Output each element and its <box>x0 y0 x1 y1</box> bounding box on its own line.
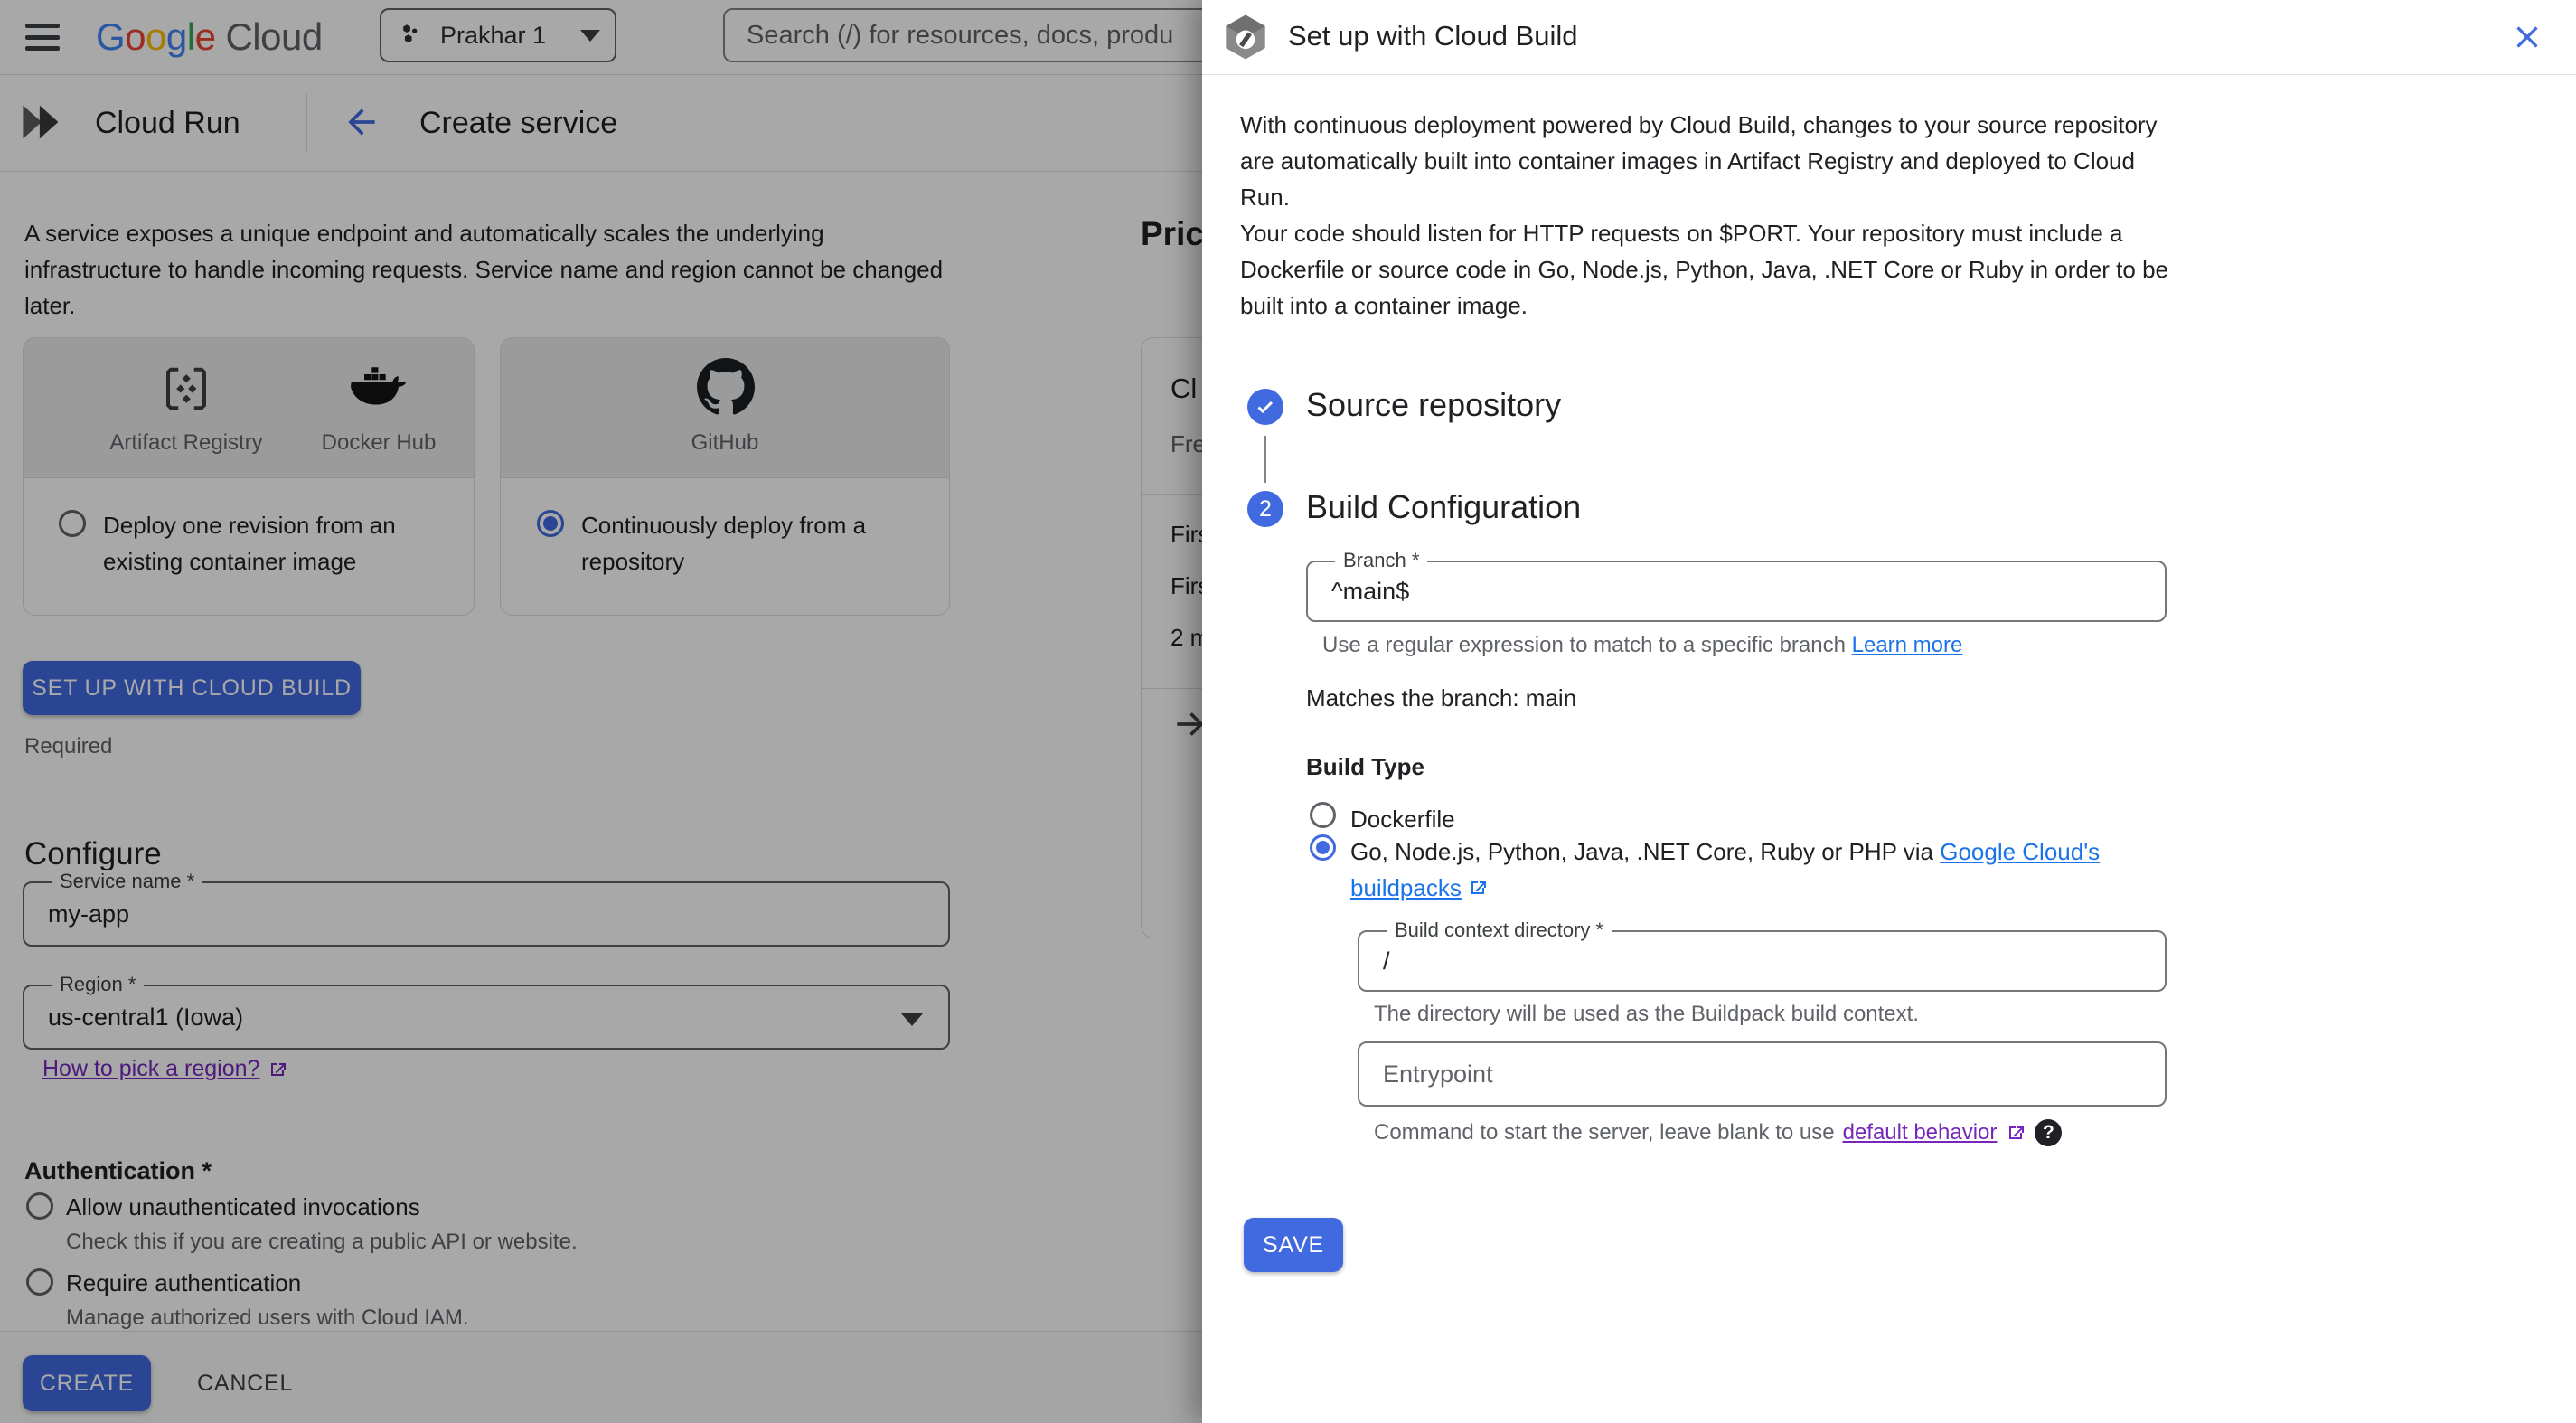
branch-help-text: Use a regular expression to match to a s… <box>1322 633 1852 657</box>
build-context-directory-label: Build context directory * <box>1387 919 1612 942</box>
default-behavior-link[interactable]: default behavior <box>1843 1120 1998 1145</box>
step2-badge: 2 <box>1247 491 1283 527</box>
buildpacks-link-line2[interactable]: buildpacks <box>1350 874 1462 901</box>
build-context-help: The directory will be used as the Buildp… <box>1374 1002 1919 1026</box>
branch-match-text: Matches the branch: main <box>1306 684 1577 712</box>
external-link-icon <box>2009 1126 2025 1139</box>
google-cloud-console: Google Cloud Prakhar 1 Search (/) for re… <box>0 0 2576 1423</box>
step1-complete-icon <box>1247 389 1283 425</box>
close-icon[interactable] <box>2509 19 2545 55</box>
cloud-build-icon <box>1226 14 1265 60</box>
entrypoint-input[interactable] <box>1359 1043 2165 1105</box>
buildpacks-label-prefix: Go, Node.js, Python, Java, .NET Core, Ru… <box>1350 838 1941 865</box>
panel-intro-line-2: Your code should listen for HTTP request… <box>1240 220 2168 319</box>
dockerfile-label: Dockerfile <box>1350 806 1455 833</box>
panel-intro-line-1: With continuous deployment powered by Cl… <box>1240 111 2158 211</box>
branch-field[interactable]: Branch * <box>1306 549 2167 622</box>
build-context-directory-field[interactable]: Build context directory * <box>1358 919 2167 992</box>
save-button[interactable]: SAVE <box>1244 1218 1343 1272</box>
step2-title: Build Configuration <box>1306 488 1582 525</box>
learn-more-link[interactable]: Learn more <box>1852 633 1963 657</box>
branch-help: Use a regular expression to match to a s… <box>1322 633 1962 658</box>
step-connector <box>1264 436 1266 483</box>
buildpacks-label: Go, Node.js, Python, Java, .NET Core, Ru… <box>1350 834 2182 906</box>
help-icon[interactable]: ? <box>2035 1119 2063 1146</box>
save-button-label: SAVE <box>1262 1231 1325 1258</box>
branch-input[interactable] <box>1308 562 2165 620</box>
entrypoint-help-text: Command to start the server, leave blank… <box>1374 1120 1835 1145</box>
panel-title: Set up with Cloud Build <box>1288 20 1578 52</box>
panel-header: Set up with Cloud Build <box>1202 0 2576 75</box>
cloud-build-panel: Set up with Cloud Build With continuous … <box>1202 0 2576 1423</box>
entrypoint-help: Command to start the server, leave blank… <box>1374 1119 2063 1146</box>
step1-title[interactable]: Source repository <box>1306 386 1561 424</box>
buildpacks-radio[interactable] <box>1310 834 1336 861</box>
branch-label: Branch * <box>1335 549 1428 572</box>
entrypoint-field[interactable] <box>1358 1041 2167 1107</box>
build-type-heading: Build Type <box>1306 753 1424 780</box>
dockerfile-radio[interactable] <box>1310 802 1336 828</box>
panel-intro: With continuous deployment powered by Cl… <box>1240 107 2185 324</box>
buildpacks-link-line1[interactable]: Google Cloud's <box>1940 838 2100 865</box>
external-link-icon <box>1471 881 1486 894</box>
